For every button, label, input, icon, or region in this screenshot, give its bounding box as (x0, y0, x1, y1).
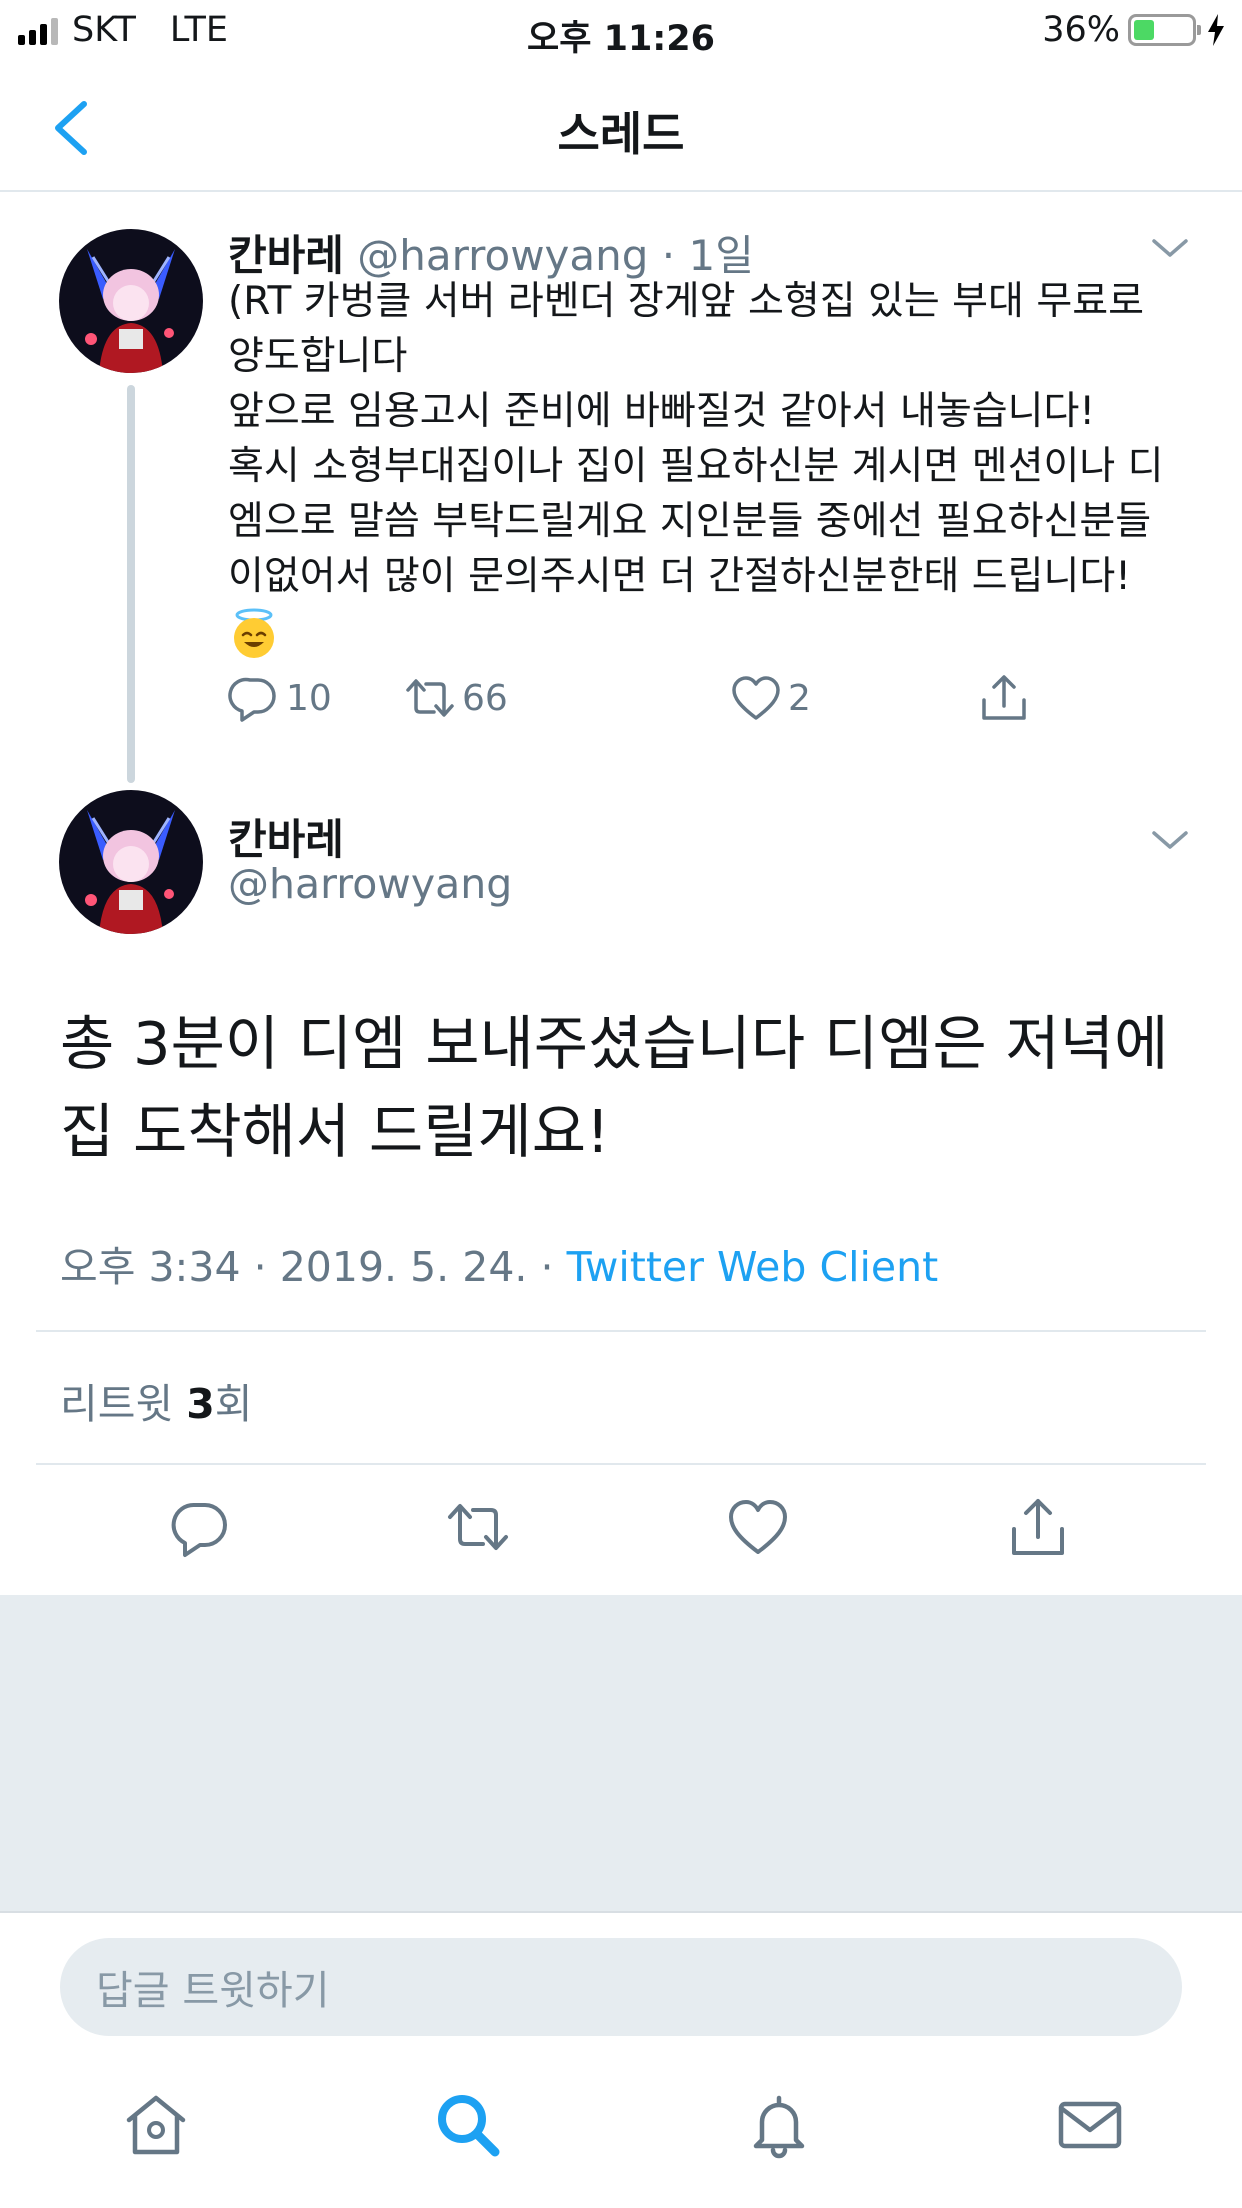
divider (36, 1330, 1206, 1332)
tweet-text-line: 양도합니다 (228, 334, 408, 379)
main-tweet-text: 총 3분이 디엠 보내주셨습니다 디엠은 저녁에 집 도착해서 드릴게요! (60, 1000, 1200, 1176)
client-link[interactable]: Twitter Web Client (567, 1243, 939, 1291)
like-count: 2 (788, 677, 811, 719)
retweet-icon[interactable] (446, 1495, 510, 1559)
battery-fill (1134, 20, 1155, 40)
battery-icon (1128, 14, 1201, 46)
retweet-stats-count: 3 (186, 1380, 215, 1428)
display-name[interactable]: 칸바레 (228, 231, 344, 280)
tweet-text-line: 총 3분이 디엠 보내주셨습니다 디엠은 저녁에 (60, 1009, 1169, 1078)
separator: · (253, 1243, 267, 1291)
reply-button[interactable]: 10 (228, 672, 332, 724)
search-icon[interactable] (433, 2090, 503, 2160)
battery-percent: 36% (1042, 10, 1120, 50)
heart-icon[interactable] (726, 1495, 790, 1559)
divider (36, 1463, 1206, 1465)
tweet-metadata: 오후 3:34 · 2019. 5. 24. · Twitter Web Cli… (60, 1233, 938, 1293)
share-icon (982, 675, 1026, 720)
tweet-text-line: 혹시 소형부대집이나 집이 필요하신분 계시면 멘션이나 디 (228, 444, 1164, 489)
separator: · (540, 1243, 554, 1291)
page-title: 스레드 (557, 107, 685, 161)
charging-bolt-icon (1208, 14, 1224, 46)
retweet-stats-label: 리트윗 (60, 1380, 174, 1428)
status-bar-right: 36% (1042, 10, 1226, 50)
chevron-down-icon[interactable] (1150, 828, 1190, 852)
share-button[interactable] (978, 672, 1036, 724)
smiling-face-with-halo-emoji (234, 608, 274, 658)
nav-bar: 스레드 (0, 62, 1242, 192)
tweet-text-line: 집 도착해서 드릴게요! (60, 1097, 610, 1166)
reply-icon (228, 677, 276, 722)
avatar[interactable] (59, 790, 203, 934)
main-tweet-actions (0, 1495, 1242, 1565)
tweet-text-line: (RT 카벙클 서버 라벤더 장게앞 소형집 있는 부대 무료로 (228, 279, 1144, 324)
reply-input[interactable]: 답글 트윗하기 (60, 1938, 1182, 2036)
empty-replies-area (0, 1595, 1242, 1913)
status-bar: SKT LTE 오후 11:26 36% (0, 0, 1242, 62)
retweet-stats[interactable]: 리트윗 3회 (60, 1370, 252, 1430)
reply-icon[interactable] (168, 1495, 232, 1559)
tweet-text-line: 앞으로 임용고시 준비에 바빠질것 같아서 내놓습니다! (228, 389, 1095, 434)
share-icon[interactable] (1006, 1495, 1070, 1559)
tweet-text-line: 이없어서 많이 문의주시면 더 간절하신분한태 드립니다! (228, 554, 1131, 599)
tweet-text-line: 엠으로 말씀 부탁드릴게요 지인분들 중에선 필요하신분들 (228, 499, 1152, 544)
relative-time: 1일 (688, 231, 754, 280)
tweet-date: 2019. 5. 24. (279, 1243, 528, 1291)
retweet-icon (406, 679, 454, 717)
like-button[interactable]: 2 (730, 672, 811, 724)
user-handle[interactable]: @harrowyang (228, 860, 512, 908)
retweet-button[interactable]: 66 (404, 672, 508, 724)
retweet-stats-suffix: 회 (214, 1380, 253, 1428)
retweet-count: 66 (462, 677, 508, 719)
chevron-down-icon[interactable] (1150, 236, 1190, 260)
messages-icon[interactable] (1055, 2090, 1125, 2160)
home-icon[interactable] (121, 2090, 191, 2160)
heart-icon (732, 676, 780, 720)
user-handle[interactable]: @harrowyang (357, 231, 648, 280)
tab-bar (0, 2090, 1242, 2208)
tweet-time: 오후 3:34 (60, 1243, 241, 1291)
display-name[interactable]: 칸바레 (228, 806, 344, 867)
avatar[interactable] (59, 229, 203, 373)
parent-tweet-text: (RT 카벙클 서버 라벤더 장게앞 소형집 있는 부대 무료로 양도합니다 앞… (228, 274, 1188, 675)
separator: · (661, 231, 676, 280)
reply-count: 10 (286, 677, 332, 719)
notifications-icon[interactable] (744, 2090, 814, 2160)
parent-tweet-actions: 10 66 2 (228, 672, 1108, 728)
thread-connector-line (127, 385, 135, 783)
